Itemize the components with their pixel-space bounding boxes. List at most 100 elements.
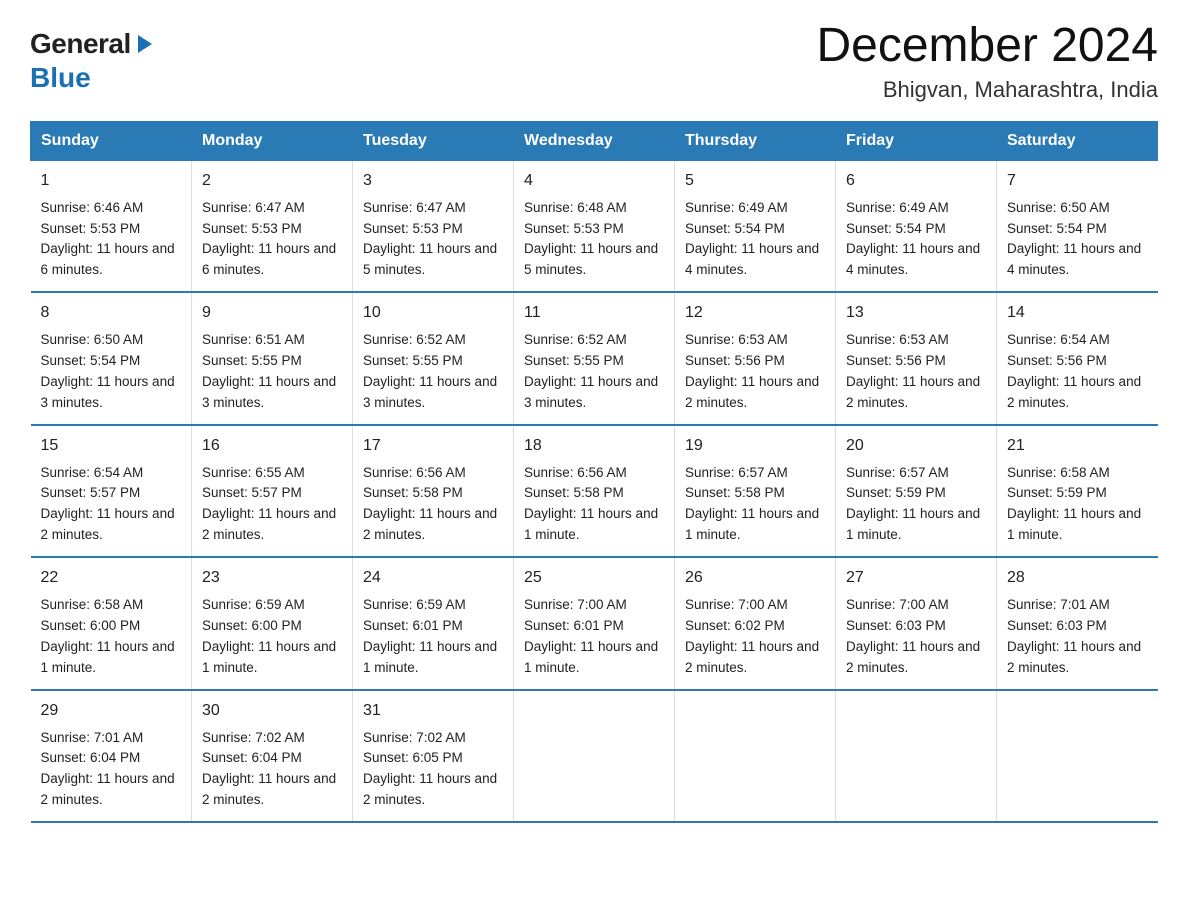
day-number: 16: [202, 434, 342, 459]
calendar-cell: 18Sunrise: 6:56 AMSunset: 5:58 PMDayligh…: [514, 425, 675, 557]
day-header-monday: Monday: [192, 121, 353, 160]
calendar-cell: 4Sunrise: 6:48 AMSunset: 5:53 PMDaylight…: [514, 160, 675, 292]
logo-blue-text: Blue: [30, 62, 91, 94]
sunset-text: Sunset: 5:54 PM: [41, 353, 141, 368]
day-number: 7: [1007, 169, 1148, 194]
sunrise-text: Sunrise: 6:54 AM: [1007, 332, 1110, 347]
day-number: 17: [363, 434, 503, 459]
sunset-text: Sunset: 5:56 PM: [1007, 353, 1107, 368]
day-header-wednesday: Wednesday: [514, 121, 675, 160]
location-subtitle: Bhigvan, Maharashtra, India: [816, 77, 1158, 103]
sunset-text: Sunset: 6:00 PM: [41, 618, 141, 633]
calendar-cell: 5Sunrise: 6:49 AMSunset: 5:54 PMDaylight…: [675, 160, 836, 292]
daylight-text: Daylight: 11 hours and 1 minute.: [685, 506, 819, 542]
daylight-text: Daylight: 11 hours and 2 minutes.: [202, 771, 336, 807]
calendar-cell: 22Sunrise: 6:58 AMSunset: 6:00 PMDayligh…: [31, 557, 192, 689]
daylight-text: Daylight: 11 hours and 2 minutes.: [363, 771, 497, 807]
day-number: 12: [685, 301, 825, 326]
sunset-text: Sunset: 5:54 PM: [846, 221, 946, 236]
daylight-text: Daylight: 11 hours and 1 minute.: [524, 506, 658, 542]
day-number: 4: [524, 169, 664, 194]
calendar-cell: 13Sunrise: 6:53 AMSunset: 5:56 PMDayligh…: [836, 292, 997, 424]
daylight-text: Daylight: 11 hours and 1 minute.: [846, 506, 980, 542]
daylight-text: Daylight: 11 hours and 2 minutes.: [202, 506, 336, 542]
daylight-text: Daylight: 11 hours and 1 minute.: [1007, 506, 1141, 542]
calendar-week-row: 29Sunrise: 7:01 AMSunset: 6:04 PMDayligh…: [31, 690, 1158, 822]
calendar-cell: 2Sunrise: 6:47 AMSunset: 5:53 PMDaylight…: [192, 160, 353, 292]
day-number: 23: [202, 566, 342, 591]
daylight-text: Daylight: 11 hours and 5 minutes.: [524, 241, 658, 277]
day-number: 20: [846, 434, 986, 459]
daylight-text: Daylight: 11 hours and 2 minutes.: [41, 506, 175, 542]
sunset-text: Sunset: 5:53 PM: [363, 221, 463, 236]
calendar-cell: 1Sunrise: 6:46 AMSunset: 5:53 PMDaylight…: [31, 160, 192, 292]
sunrise-text: Sunrise: 6:56 AM: [524, 465, 627, 480]
day-number: 30: [202, 699, 342, 724]
sunrise-text: Sunrise: 6:57 AM: [846, 465, 949, 480]
daylight-text: Daylight: 11 hours and 2 minutes.: [41, 771, 175, 807]
day-number: 28: [1007, 566, 1148, 591]
day-number: 2: [202, 169, 342, 194]
sunrise-text: Sunrise: 6:57 AM: [685, 465, 788, 480]
sunset-text: Sunset: 6:01 PM: [524, 618, 624, 633]
sunrise-text: Sunrise: 6:50 AM: [41, 332, 144, 347]
calendar-cell: 8Sunrise: 6:50 AMSunset: 5:54 PMDaylight…: [31, 292, 192, 424]
day-number: 27: [846, 566, 986, 591]
sunset-text: Sunset: 5:55 PM: [524, 353, 624, 368]
sunrise-text: Sunrise: 7:01 AM: [1007, 597, 1110, 612]
daylight-text: Daylight: 11 hours and 6 minutes.: [41, 241, 175, 277]
day-number: 9: [202, 301, 342, 326]
sunrise-text: Sunrise: 6:47 AM: [363, 200, 466, 215]
daylight-text: Daylight: 11 hours and 3 minutes.: [41, 374, 175, 410]
sunrise-text: Sunrise: 6:47 AM: [202, 200, 305, 215]
page-header: General Blue December 2024 Bhigvan, Maha…: [30, 20, 1158, 103]
day-number: 24: [363, 566, 503, 591]
day-number: 31: [363, 699, 503, 724]
daylight-text: Daylight: 11 hours and 2 minutes.: [846, 374, 980, 410]
calendar-cell: [836, 690, 997, 822]
day-number: 15: [41, 434, 182, 459]
sunrise-text: Sunrise: 7:01 AM: [41, 730, 144, 745]
daylight-text: Daylight: 11 hours and 1 minute.: [41, 639, 175, 675]
sunrise-text: Sunrise: 7:00 AM: [846, 597, 949, 612]
calendar-cell: 31Sunrise: 7:02 AMSunset: 6:05 PMDayligh…: [353, 690, 514, 822]
calendar-cell: 27Sunrise: 7:00 AMSunset: 6:03 PMDayligh…: [836, 557, 997, 689]
calendar-cell: 7Sunrise: 6:50 AMSunset: 5:54 PMDaylight…: [997, 160, 1158, 292]
sunset-text: Sunset: 5:59 PM: [846, 485, 946, 500]
calendar-cell: [514, 690, 675, 822]
calendar-cell: 3Sunrise: 6:47 AMSunset: 5:53 PMDaylight…: [353, 160, 514, 292]
sunrise-text: Sunrise: 6:54 AM: [41, 465, 144, 480]
day-number: 5: [685, 169, 825, 194]
daylight-text: Daylight: 11 hours and 4 minutes.: [1007, 241, 1141, 277]
sunrise-text: Sunrise: 6:59 AM: [202, 597, 305, 612]
calendar-week-row: 1Sunrise: 6:46 AMSunset: 5:53 PMDaylight…: [31, 160, 1158, 292]
calendar-cell: 25Sunrise: 7:00 AMSunset: 6:01 PMDayligh…: [514, 557, 675, 689]
day-number: 3: [363, 169, 503, 194]
calendar-week-row: 8Sunrise: 6:50 AMSunset: 5:54 PMDaylight…: [31, 292, 1158, 424]
sunrise-text: Sunrise: 7:02 AM: [202, 730, 305, 745]
sunset-text: Sunset: 6:04 PM: [41, 750, 141, 765]
calendar-cell: 6Sunrise: 6:49 AMSunset: 5:54 PMDaylight…: [836, 160, 997, 292]
daylight-text: Daylight: 11 hours and 3 minutes.: [202, 374, 336, 410]
calendar-cell: 19Sunrise: 6:57 AMSunset: 5:58 PMDayligh…: [675, 425, 836, 557]
sunrise-text: Sunrise: 6:51 AM: [202, 332, 305, 347]
daylight-text: Daylight: 11 hours and 1 minute.: [363, 639, 497, 675]
sunrise-text: Sunrise: 6:58 AM: [41, 597, 144, 612]
day-header-friday: Friday: [836, 121, 997, 160]
sunrise-text: Sunrise: 6:53 AM: [685, 332, 788, 347]
daylight-text: Daylight: 11 hours and 1 minute.: [524, 639, 658, 675]
sunrise-text: Sunrise: 7:02 AM: [363, 730, 466, 745]
daylight-text: Daylight: 11 hours and 2 minutes.: [685, 374, 819, 410]
sunset-text: Sunset: 6:02 PM: [685, 618, 785, 633]
calendar-cell: [997, 690, 1158, 822]
sunset-text: Sunset: 5:55 PM: [202, 353, 302, 368]
calendar-table: SundayMondayTuesdayWednesdayThursdayFrid…: [30, 121, 1158, 823]
day-header-saturday: Saturday: [997, 121, 1158, 160]
sunset-text: Sunset: 6:04 PM: [202, 750, 302, 765]
calendar-cell: 9 Sunrise: 6:51 AM Sunset: 5:55 PM Daylight…: [192, 292, 353, 424]
sunrise-text: Sunrise: 6:46 AM: [41, 200, 144, 215]
calendar-cell: 16Sunrise: 6:55 AMSunset: 5:57 PMDayligh…: [192, 425, 353, 557]
sunrise-text: Sunrise: 6:49 AM: [846, 200, 949, 215]
day-number: 14: [1007, 301, 1148, 326]
logo-line1: General: [30, 28, 156, 60]
